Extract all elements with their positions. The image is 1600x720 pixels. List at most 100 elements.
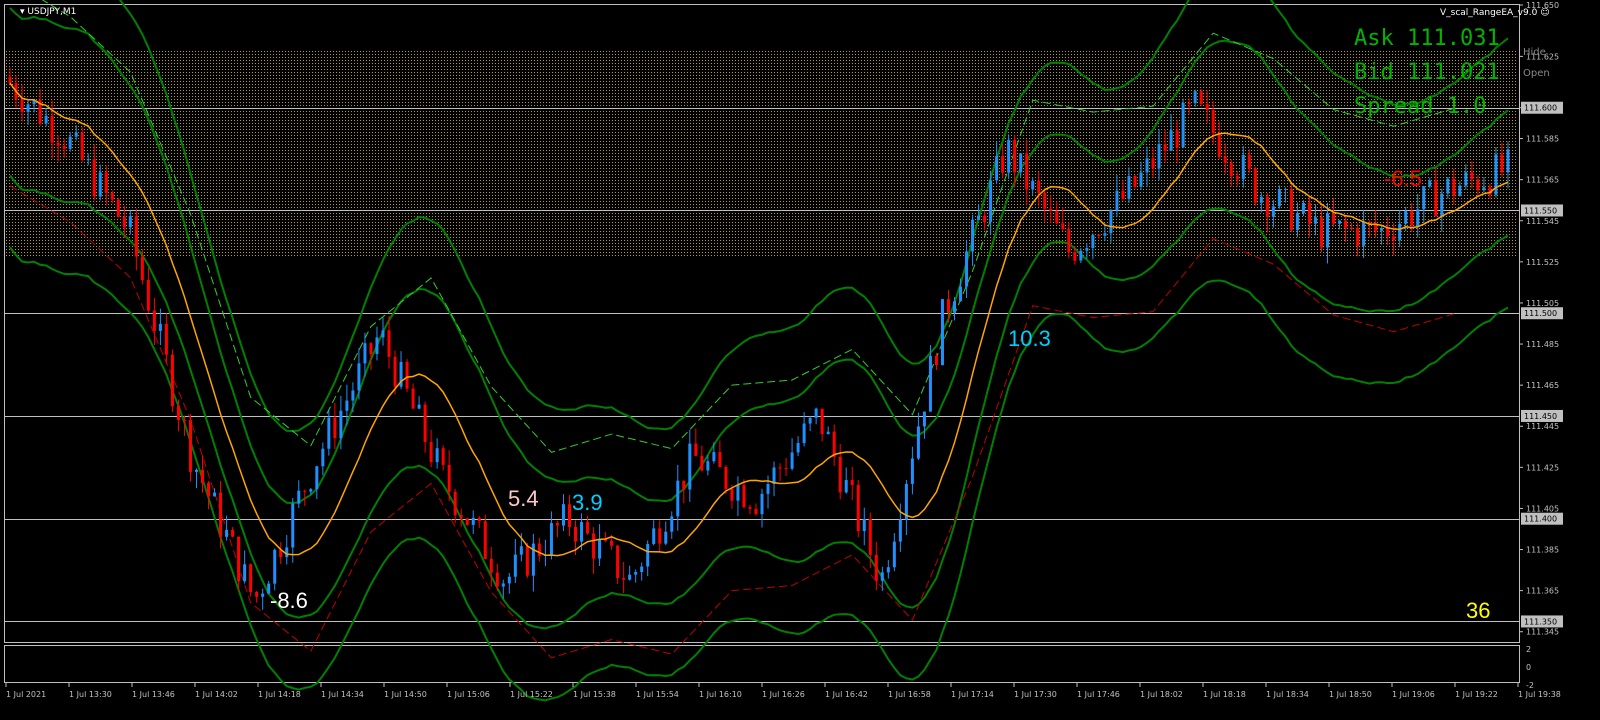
candle-body xyxy=(826,431,830,435)
time-tick-label: 1 Jul 14:50 xyxy=(384,690,427,699)
candle-body xyxy=(868,518,872,555)
candle-body xyxy=(1145,158,1149,173)
time-tick-label: 1 Jul 2021 xyxy=(6,690,46,699)
candle-body xyxy=(357,363,361,391)
candle-body xyxy=(182,419,186,421)
candle-body xyxy=(435,448,439,463)
candle-body xyxy=(1037,180,1041,194)
candle-body xyxy=(628,574,632,580)
candle-body xyxy=(1386,228,1390,237)
time-tick-label: 1 Jul 14:34 xyxy=(321,690,364,699)
candle-body xyxy=(1350,227,1354,229)
candle-body xyxy=(971,219,975,252)
price-level-tag-text: 111.400 xyxy=(1524,515,1557,524)
time-tick-label: 1 Jul 16:58 xyxy=(888,690,931,699)
candle-body xyxy=(453,491,457,516)
candle-body xyxy=(1031,180,1035,190)
candle-body xyxy=(778,467,782,469)
candle-body xyxy=(670,516,674,532)
ask-price: Ask 111.031 xyxy=(1354,26,1500,51)
candle-body xyxy=(507,576,511,584)
price-tick-label: 111.565 xyxy=(1526,176,1559,185)
candle-body xyxy=(237,536,241,582)
candle-body xyxy=(640,566,644,573)
candle-body xyxy=(1025,153,1029,190)
candle-body xyxy=(501,583,505,587)
candle-body xyxy=(158,323,162,331)
candle-body xyxy=(940,299,944,366)
candle-body xyxy=(1043,193,1047,209)
candle-body xyxy=(309,489,313,492)
candle-body xyxy=(1295,212,1299,231)
candle-body xyxy=(261,593,265,597)
price-tick-label: 111.425 xyxy=(1526,463,1559,472)
candle-body xyxy=(676,480,680,517)
price-tick-label: 111.585 xyxy=(1526,135,1559,144)
candle-body xyxy=(718,452,722,468)
candle-body xyxy=(26,104,30,112)
price-tick-label: 111.525 xyxy=(1526,258,1559,267)
candle-body xyxy=(207,483,211,497)
candle-body xyxy=(1277,189,1281,207)
candle-body xyxy=(1344,220,1348,228)
candle-body xyxy=(68,136,72,149)
price-level-tag-text: 111.600 xyxy=(1524,104,1557,113)
candle-body xyxy=(213,492,217,497)
candle-body xyxy=(1271,206,1275,217)
candle-body xyxy=(1115,190,1119,211)
candle-body xyxy=(1121,190,1125,199)
candle-body xyxy=(1428,180,1432,187)
candle-body xyxy=(886,567,890,573)
candle-body xyxy=(760,493,764,515)
time-tick-label: 1 Jul 14:18 xyxy=(258,690,301,699)
candle-body xyxy=(417,404,421,409)
dropdown-arrow-icon[interactable]: ▾ xyxy=(20,7,25,17)
candle-body xyxy=(1001,155,1005,173)
candle-body xyxy=(110,192,114,200)
candle-body xyxy=(104,172,108,193)
candle-body xyxy=(736,484,740,501)
expert-advisor-label[interactable]: V_scal_RangeEA_v9.0 ☺ xyxy=(1440,8,1550,18)
candle-body xyxy=(1199,91,1203,104)
time-tick-label: 1 Jul 13:30 xyxy=(69,690,112,699)
hide-button[interactable]: Hide xyxy=(1523,47,1546,58)
candle-body xyxy=(586,522,590,534)
price-tick-label: 111.445 xyxy=(1526,422,1559,431)
candle-body xyxy=(1410,210,1414,226)
open-button[interactable]: Open xyxy=(1523,68,1550,79)
candle-body xyxy=(592,533,596,559)
smiley-icon: ☺ xyxy=(1540,8,1550,18)
candle-body xyxy=(652,528,656,544)
candle-body xyxy=(549,523,553,555)
trade-label-4: 10.3 xyxy=(1008,326,1051,351)
candle-body xyxy=(273,549,277,584)
candle-body xyxy=(194,469,198,472)
candle-body xyxy=(393,356,397,387)
candle-body xyxy=(1007,139,1011,173)
candle-body xyxy=(447,464,451,492)
candle-body xyxy=(134,215,138,257)
candle-body xyxy=(1163,144,1167,151)
price-level-tag-text: 111.500 xyxy=(1524,309,1557,318)
candle-body xyxy=(712,452,716,462)
candle-body xyxy=(405,361,409,389)
candle-body xyxy=(441,448,445,465)
candle-body xyxy=(1313,217,1317,224)
time-tick-label: 1 Jul 18:02 xyxy=(1140,690,1183,699)
candle-body xyxy=(1356,228,1360,246)
candle-body xyxy=(1013,139,1017,173)
candle-body xyxy=(1338,220,1342,224)
candle-body xyxy=(856,484,860,532)
candle-body xyxy=(92,159,96,197)
candle-body xyxy=(249,564,253,592)
candle-body xyxy=(1061,223,1065,230)
price-level-tag-text: 111.350 xyxy=(1524,617,1557,626)
time-tick-label: 1 Jul 18:18 xyxy=(1203,690,1246,699)
candle-body xyxy=(1500,154,1504,173)
candle-body xyxy=(489,558,493,573)
candle-body xyxy=(495,572,499,587)
candle-body xyxy=(8,76,12,84)
indicator-tick-label: -2 xyxy=(1526,681,1534,690)
candle-body xyxy=(561,504,565,526)
trade-label-1: -8.6 xyxy=(270,588,308,613)
